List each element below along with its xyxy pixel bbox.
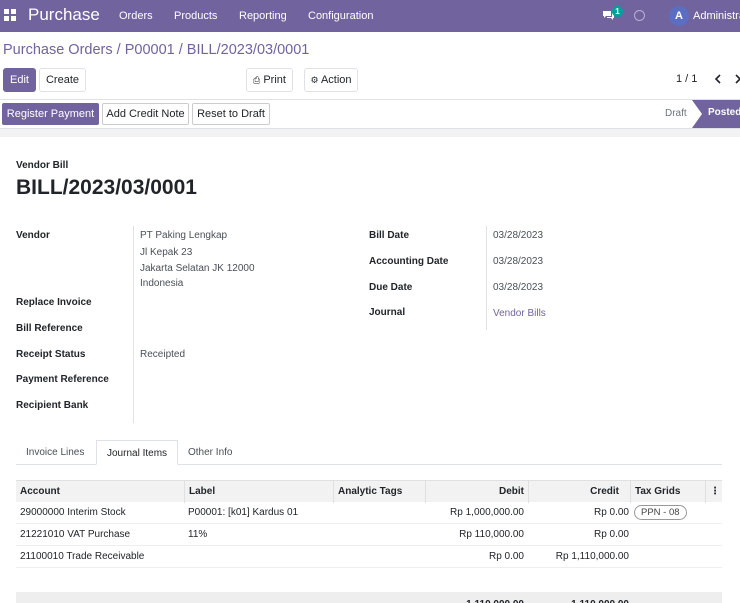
control-panel: Purchase Orders / P00001 / BILL/2023/03/… bbox=[0, 32, 740, 100]
user-avatar[interactable]: A bbox=[669, 6, 689, 26]
left-column-divider bbox=[133, 226, 134, 423]
top-navbar: Purchase Orders Products Reporting Confi… bbox=[0, 0, 740, 32]
reset-to-draft-button[interactable]: Reset to Draft bbox=[192, 103, 270, 125]
activity-clock-icon[interactable] bbox=[634, 10, 645, 21]
due-date-value: 03/28/2023 bbox=[493, 282, 544, 293]
nav-item-configuration[interactable]: Configuration bbox=[308, 10, 373, 22]
cell-label bbox=[184, 546, 333, 568]
vendor-address-line: Jakarta Selatan JK 12000 bbox=[140, 263, 255, 274]
edit-button[interactable]: Edit bbox=[3, 68, 36, 92]
table-row[interactable]: 29000000 Interim Stock P00001: [k01] Kar… bbox=[16, 502, 722, 524]
total-debit: 1,110,000.00 bbox=[425, 594, 528, 603]
create-button[interactable]: Create bbox=[39, 68, 86, 92]
tax-grid-badge: PPN - 08 bbox=[634, 505, 687, 520]
pager-previous-icon[interactable] bbox=[714, 74, 722, 84]
cell-account: 29000000 Interim Stock bbox=[20, 507, 126, 518]
cell-account: 21100010 Trade Receivable bbox=[20, 551, 145, 562]
vendor-label: Vendor bbox=[16, 230, 50, 241]
register-payment-button[interactable]: Register Payment bbox=[2, 103, 99, 125]
cell-debit: Rp 0.00 bbox=[488, 551, 524, 562]
print-icon: ⎙ bbox=[253, 75, 261, 85]
nav-item-orders[interactable]: Orders bbox=[119, 10, 153, 22]
gear-icon: ⚙ bbox=[310, 75, 319, 85]
nav-item-reporting[interactable]: Reporting bbox=[239, 10, 287, 22]
user-name[interactable]: Administrator bbox=[693, 10, 740, 22]
tab-invoice-lines[interactable]: Invoice Lines bbox=[16, 440, 94, 465]
cell-debit: Rp 1,000,000.00 bbox=[450, 507, 524, 518]
journal-label: Journal bbox=[369, 307, 406, 318]
total-credit: 1,110,000.00 bbox=[528, 594, 633, 603]
pager-next-icon[interactable] bbox=[734, 74, 740, 84]
cell-analytic-tags bbox=[333, 546, 425, 568]
document-type-label: Vendor Bill bbox=[16, 160, 69, 171]
column-header-label[interactable]: Label bbox=[184, 481, 334, 503]
column-header-account[interactable]: Account bbox=[16, 481, 186, 503]
chat-badge: 1 bbox=[612, 6, 623, 17]
table-row[interactable]: 21221010 VAT Purchase 11% Rp 110,000.00 … bbox=[16, 524, 722, 546]
right-column-divider bbox=[486, 226, 487, 330]
cell-label: P00001: [k01] Kardus 01 bbox=[188, 507, 299, 518]
cell-credit: Rp 0.00 bbox=[593, 529, 629, 540]
nav-item-products[interactable]: Products bbox=[174, 10, 217, 22]
table-row[interactable]: 21100010 Trade Receivable Rp 0.00 Rp 1,1… bbox=[16, 546, 722, 568]
journal-value-link[interactable]: Vendor Bills bbox=[493, 308, 546, 319]
payment-reference-label: Payment Reference bbox=[16, 374, 109, 385]
due-date-label: Due Date bbox=[369, 282, 413, 293]
cell-credit: Rp 0.00 bbox=[593, 507, 629, 518]
breadcrumb-separator: / bbox=[116, 42, 121, 58]
cell-analytic-tags bbox=[333, 502, 425, 524]
vendor-address-line[interactable]: PT Paking Lengkap bbox=[140, 230, 227, 241]
breadcrumb-po[interactable]: P00001 bbox=[125, 42, 175, 58]
column-header-tax-grids[interactable]: Tax Grids bbox=[630, 481, 705, 503]
app-brand[interactable]: Purchase bbox=[28, 5, 100, 25]
bill-reference-label: Bill Reference bbox=[16, 323, 83, 334]
breadcrumb-separator: / bbox=[178, 42, 183, 58]
column-header-analytic-tags[interactable]: Analytic Tags bbox=[333, 481, 425, 503]
breadcrumb-purchase-orders[interactable]: Purchase Orders bbox=[3, 42, 113, 58]
cell-debit: Rp 110,000.00 bbox=[459, 529, 524, 540]
tab-journal-items[interactable]: Journal Items bbox=[96, 440, 179, 465]
cell-label: 11% bbox=[188, 529, 208, 540]
cell-tax-grids: PPN - 08 bbox=[630, 502, 710, 524]
pager-value[interactable]: 1 / 1 bbox=[676, 73, 697, 85]
breadcrumb-current: BILL/2023/03/0001 bbox=[186, 42, 310, 58]
cell-account: 21221010 VAT Purchase bbox=[20, 529, 131, 540]
receipt-status-value: Receipted bbox=[140, 349, 186, 360]
add-credit-note-button[interactable]: Add Credit Note bbox=[102, 103, 189, 125]
apps-menu-icon[interactable] bbox=[4, 9, 16, 21]
journal-items-table-header: Account Label Analytic Tags Debit Credit… bbox=[16, 480, 722, 503]
stage-draft[interactable]: Draft bbox=[665, 108, 687, 119]
receipt-status-label: Receipt Status bbox=[16, 349, 86, 360]
breadcrumb: Purchase Orders / P00001 / BILL/2023/03/… bbox=[3, 42, 309, 58]
cell-tax-grids bbox=[630, 546, 710, 568]
document-name: BILL/2023/03/0001 bbox=[16, 176, 197, 199]
accounting-date-label: Accounting Date bbox=[369, 256, 449, 267]
status-bar: Register Payment Add Credit Note Reset t… bbox=[0, 100, 740, 129]
print-label: Print bbox=[263, 74, 286, 86]
accounting-date-value: 03/28/2023 bbox=[493, 256, 544, 267]
print-button[interactable]: ⎙ Print bbox=[246, 68, 293, 92]
action-button[interactable]: ⚙ Action bbox=[304, 68, 358, 92]
replace-invoice-label: Replace Invoice bbox=[16, 297, 92, 308]
column-header-debit[interactable]: Debit bbox=[425, 481, 528, 503]
recipient-bank-label: Recipient Bank bbox=[16, 400, 89, 411]
bill-date-label: Bill Date bbox=[369, 230, 410, 241]
vendor-address-line: Indonesia bbox=[140, 278, 184, 289]
column-options-icon[interactable]: ⋮ bbox=[705, 481, 722, 503]
form-sheet: Vendor Bill BILL/2023/03/0001 Vendor PT … bbox=[0, 137, 740, 603]
cell-tax-grids bbox=[630, 524, 710, 546]
stage-posted[interactable]: Posted bbox=[692, 100, 740, 128]
action-label: Action bbox=[320, 74, 352, 86]
vendor-address-line: Jl Kepak 23 bbox=[140, 247, 193, 258]
cell-credit: Rp 1,110,000.00 bbox=[555, 551, 629, 562]
bill-date-value: 03/28/2023 bbox=[493, 230, 544, 241]
column-header-credit[interactable]: Credit bbox=[528, 481, 623, 503]
tab-other-info[interactable]: Other Info bbox=[178, 440, 242, 465]
table-totals-row: 1,110,000.00 1,110,000.00 bbox=[16, 592, 722, 603]
cell-analytic-tags bbox=[333, 524, 425, 546]
